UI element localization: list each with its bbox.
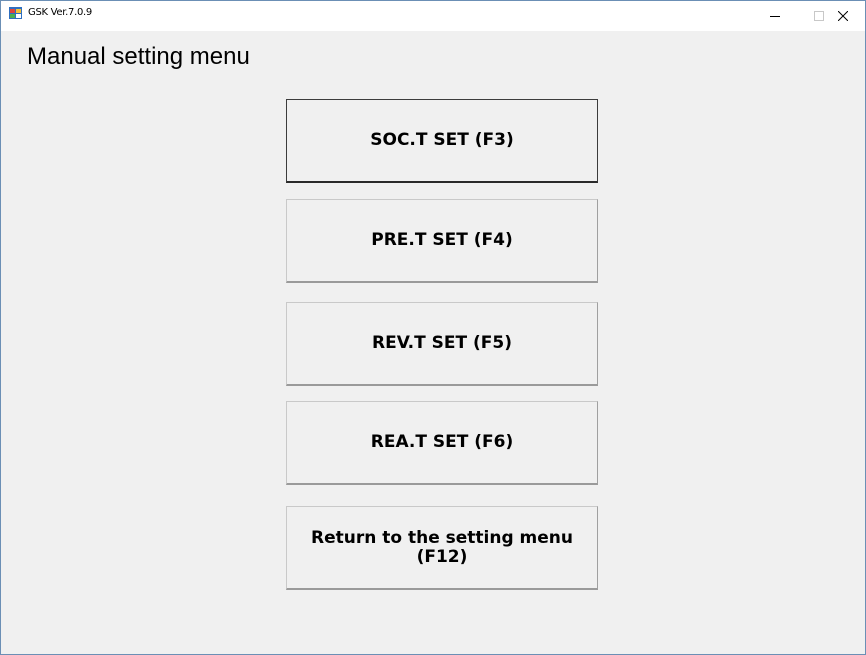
soc-t-set-label: SOC.T SET (F3) — [370, 130, 514, 150]
close-button[interactable] — [821, 1, 865, 31]
minimize-button[interactable] — [753, 1, 797, 31]
title-bar[interactable]: GSK Ver.7.0.9 — [1, 1, 865, 31]
window-title: GSK Ver.7.0.9 — [28, 7, 92, 18]
rea-t-set-button[interactable]: REA.T SET (F6) — [286, 401, 598, 485]
page-title: Manual setting menu — [27, 43, 250, 70]
rev-t-set-label: REV.T SET (F5) — [372, 333, 512, 353]
app-icon — [9, 7, 22, 19]
rea-t-set-label: REA.T SET (F6) — [370, 432, 514, 452]
pre-t-set-button[interactable]: PRE.T SET (F4) — [286, 199, 598, 283]
close-icon — [838, 11, 848, 21]
rev-t-set-button[interactable]: REV.T SET (F5) — [286, 302, 598, 386]
return-to-setting-menu-label: Return to the setting menu (F12) — [310, 527, 574, 567]
app-window: GSK Ver.7.0.9 Manual setting menu SOC.T … — [0, 0, 866, 655]
return-to-setting-menu-button[interactable]: Return to the setting menu (F12) — [286, 506, 598, 590]
minimize-icon — [770, 16, 780, 17]
soc-t-set-button[interactable]: SOC.T SET (F3) — [286, 99, 598, 183]
pre-t-set-label: PRE.T SET (F4) — [371, 230, 513, 250]
